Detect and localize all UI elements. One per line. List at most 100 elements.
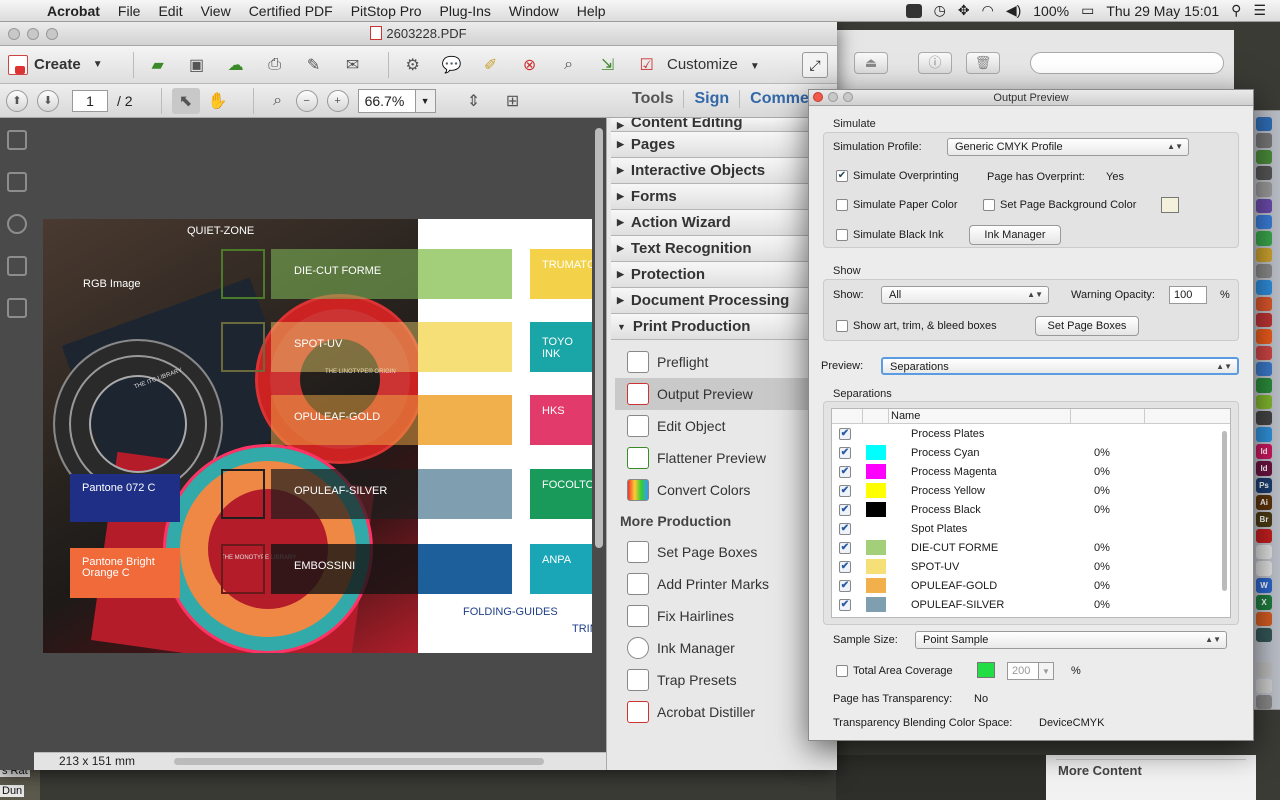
dock-app-icon[interactable] — [1256, 165, 1272, 181]
attachments-panel-icon[interactable] — [7, 214, 27, 234]
section-content-editing[interactable]: ▶ Content Editing — [611, 118, 837, 132]
dock-app-icon[interactable] — [1256, 280, 1272, 295]
name-column-header[interactable]: Name — [891, 410, 920, 422]
email-button[interactable]: ✉ — [339, 52, 367, 78]
fit-width-button[interactable]: ⊞ — [499, 88, 527, 114]
separations-scrollbar[interactable] — [1222, 431, 1227, 591]
menu-edit[interactable]: Edit — [149, 3, 191, 19]
print-button[interactable]: ⎙ — [261, 52, 289, 78]
preflight-error-button[interactable]: ⊗ — [516, 52, 544, 78]
tool-preflight[interactable]: Preflight — [607, 346, 837, 378]
battery-icon[interactable]: ▭ — [1081, 2, 1094, 19]
illustrator-icon[interactable]: Ai — [1256, 494, 1272, 510]
tab-tools[interactable]: Tools — [622, 90, 685, 108]
info-button[interactable]: ⓘ — [918, 52, 952, 74]
dock-app-icon[interactable] — [1256, 117, 1272, 132]
set-page-background-checkbox[interactable]: Set Page Background Color — [983, 199, 1136, 211]
tool-fix-hairlines[interactable]: Fix Hairlines — [607, 600, 837, 632]
powerpoint-icon[interactable] — [1256, 611, 1272, 626]
zoom-input[interactable]: 66.7% — [357, 88, 416, 113]
select-tool-button[interactable]: ⬉ — [171, 87, 200, 114]
section-interactive-objects[interactable]: ▶ Interactive Objects — [611, 158, 837, 184]
folder-icon[interactable] — [1256, 678, 1272, 693]
upload-button[interactable]: ☁ — [222, 52, 250, 78]
page-number-input[interactable]: 1 — [72, 89, 108, 112]
dock-app-icon[interactable] — [1256, 296, 1272, 311]
separation-checkbox[interactable]: ✔ — [839, 484, 851, 497]
separation-row[interactable]: ✔ OPULEAF-GOLD 0% — [832, 576, 1230, 595]
trash-button[interactable]: 🗑 — [966, 52, 1000, 74]
next-page-button[interactable]: ⬇ — [37, 89, 59, 112]
dock-app-icon[interactable] — [1256, 361, 1272, 377]
wifi-icon[interactable]: ◠ — [982, 2, 994, 19]
create-button[interactable]: Create ▼ — [8, 54, 103, 75]
dock-app-icon[interactable] — [1256, 263, 1272, 279]
dock-app-icon[interactable] — [1256, 214, 1272, 230]
spotlight-icon[interactable]: ⚲ — [1231, 2, 1241, 19]
clock[interactable]: Thu 29 May 15:01 — [1106, 3, 1219, 19]
set-page-boxes-button[interactable]: Set Page Boxes — [1035, 316, 1139, 336]
trash-icon[interactable] — [1256, 694, 1272, 710]
separation-checkbox[interactable]: ✔ — [839, 446, 851, 459]
photoshop-icon[interactable]: Ps — [1256, 477, 1272, 493]
menu-file[interactable]: File — [109, 3, 150, 19]
time-machine-icon[interactable]: ◷ — [934, 2, 946, 19]
pages-panel-icon[interactable] — [7, 130, 27, 150]
zoom-out-button[interactable]: − — [295, 89, 318, 112]
section-forms[interactable]: ▶ Forms — [611, 184, 837, 210]
show-select[interactable]: All ▲▼ — [881, 286, 1049, 304]
previous-page-button[interactable]: ⬆ — [6, 89, 28, 112]
dock-app-icon[interactable] — [1256, 410, 1272, 426]
acrobat-icon[interactable] — [1256, 528, 1272, 543]
pdf-page[interactable]: QUIET-ZONE RGB Image THE ITC LIBRARY THE… — [43, 219, 592, 653]
zoom-button[interactable] — [46, 27, 58, 40]
total-area-coverage-checkbox[interactable]: Total Area Coverage — [836, 665, 953, 677]
indesign-icon[interactable]: Id — [1256, 443, 1272, 459]
ink-manager-button[interactable]: Ink Manager — [969, 225, 1061, 245]
minimize-button[interactable] — [27, 27, 39, 40]
separation-checkbox[interactable]: ✔ — [839, 522, 851, 535]
coverage-input[interactable]: 200 — [1007, 662, 1039, 680]
tool-output-preview[interactable]: Output Preview — [615, 378, 837, 410]
section-pages[interactable]: ▶ Pages — [611, 132, 837, 158]
signatures-panel-icon[interactable] — [7, 298, 27, 318]
dock-app-icon[interactable] — [1256, 561, 1272, 576]
section-text-recognition[interactable]: ▶ Text Recognition — [611, 236, 837, 262]
simulation-profile-select[interactable]: Generic CMYK Profile ▲▼ — [947, 138, 1189, 156]
indesign-icon[interactable]: Id — [1256, 460, 1272, 476]
separation-row[interactable]: ✔ Process Cyan 0% — [832, 443, 1230, 462]
fit-page-button[interactable]: ⇕ — [460, 88, 488, 114]
dock-app-icon[interactable] — [1256, 149, 1272, 164]
dock-app-icon[interactable] — [1256, 198, 1272, 213]
dock-app-icon[interactable] — [1256, 345, 1272, 360]
hand-tool-button[interactable]: ✋ — [204, 88, 232, 114]
warning-opacity-input[interactable]: 100 — [1169, 286, 1207, 304]
layers-panel-icon[interactable] — [7, 256, 27, 276]
dock-app-icon[interactable] — [1256, 394, 1272, 409]
acrobat-doc-icon[interactable] — [1256, 544, 1272, 560]
menu-view[interactable]: View — [192, 3, 240, 19]
edit-button[interactable]: ✎ — [300, 52, 328, 78]
preview-select[interactable]: Separations ▲▼ — [881, 357, 1239, 375]
tool-trap-presets[interactable]: Trap Presets — [607, 664, 837, 696]
separation-row[interactable]: ✔ Process Magenta 0% — [832, 462, 1230, 481]
bookmarks-panel-icon[interactable] — [7, 172, 27, 192]
zoom-in-button[interactable]: + — [326, 89, 349, 112]
customize-menu[interactable]: Customize ▼ — [667, 56, 760, 73]
eject-button[interactable]: ⏏ — [854, 52, 888, 74]
horizontal-scrollbar[interactable] — [174, 758, 544, 765]
separation-row[interactable]: ✔ SPOT-UV 0% — [832, 557, 1230, 576]
show-boxes-checkbox[interactable]: Show art, trim, & bleed boxes — [836, 320, 997, 332]
dock-app-icon[interactable] — [1256, 133, 1272, 148]
tool-convert-colors[interactable]: Convert Colors — [607, 474, 837, 506]
section-protection[interactable]: ▶ Protection — [611, 262, 837, 288]
inspect-button[interactable]: ⌕ — [555, 52, 583, 78]
dock-app-icon[interactable] — [1256, 231, 1272, 246]
tool-add-printer-marks[interactable]: Add Printer Marks — [607, 568, 837, 600]
separation-row[interactable]: ✔ Spot Plates — [832, 519, 1230, 538]
menu-window[interactable]: Window — [500, 3, 568, 19]
tool-flattener-preview[interactable]: Flattener Preview — [607, 442, 837, 474]
separation-checkbox[interactable]: ✔ — [839, 598, 851, 611]
sample-size-select[interactable]: Point Sample ▲▼ — [915, 631, 1227, 649]
separation-checkbox[interactable]: ✔ — [839, 465, 851, 478]
